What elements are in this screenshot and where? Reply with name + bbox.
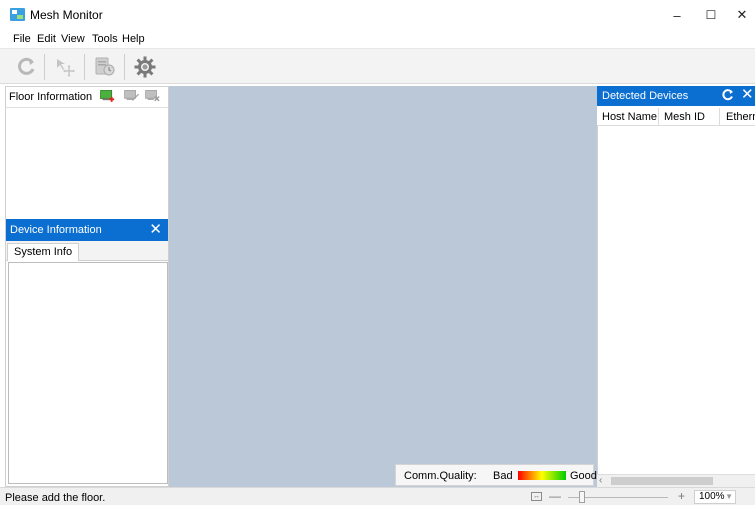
comm-quality-legend: Comm.Quality: Bad Good — [395, 464, 597, 486]
horizontal-scrollbar[interactable]: ‹ — [597, 474, 755, 487]
app-icon — [10, 8, 25, 21]
move-button[interactable] — [52, 54, 78, 80]
device-info-header: Device Information ✕ — [5, 219, 169, 241]
toolbar-separator — [84, 54, 85, 80]
refresh-button[interactable] — [14, 54, 40, 80]
device-info-tabs: System Info — [5, 241, 169, 261]
window-title: Mesh Monitor — [30, 8, 103, 22]
quality-bad-label: Bad — [493, 470, 513, 482]
quality-gradient-bar — [518, 471, 566, 480]
fit-to-window-icon[interactable]: ↔ — [531, 492, 542, 501]
scroll-left-arrow-icon[interactable]: ‹ — [599, 475, 602, 486]
zoom-slider-thumb[interactable] — [579, 491, 585, 503]
zoom-level-select[interactable]: 100% ▼ — [694, 490, 736, 504]
menu-edit[interactable]: Edit — [37, 33, 56, 45]
scrollbar-thumb[interactable] — [611, 477, 713, 485]
status-message: Please add the floor. — [5, 492, 106, 504]
comm-quality-label: Comm.Quality: — [404, 470, 477, 482]
detected-devices-list[interactable] — [597, 126, 755, 474]
close-icon[interactable]: ✕ — [741, 87, 754, 102]
status-bar: Please add the floor. ↔ — + 100% ▼ — [0, 487, 755, 505]
close-icon[interactable]: ✕ — [149, 222, 162, 237]
maximize-button[interactable]: ☐ — [696, 4, 726, 26]
floor-info-header: Floor Information — [5, 86, 169, 108]
refresh-icon — [18, 57, 35, 75]
menu-bar: File Edit View Tools Help — [0, 30, 755, 48]
system-info-content — [8, 262, 168, 484]
device-settings-button[interactable] — [92, 54, 118, 80]
zoom-out-button[interactable]: — — [549, 489, 561, 503]
detected-devices-header: Detected Devices ✕ — [597, 86, 755, 106]
close-button[interactable]: ✕ — [727, 4, 755, 26]
column-mesh-id[interactable]: Mesh ID — [664, 111, 705, 123]
toolbar — [0, 48, 755, 84]
floor-map-canvas[interactable]: Comm.Quality: Bad Good — [169, 86, 597, 487]
refresh-icon[interactable] — [721, 88, 735, 102]
settings-button[interactable] — [132, 54, 158, 80]
menu-tools[interactable]: Tools — [92, 33, 118, 45]
add-floor-icon[interactable] — [100, 90, 115, 102]
quality-good-label: Good — [570, 470, 597, 482]
minimize-button[interactable]: – — [662, 4, 692, 26]
zoom-level-value: 100% — [699, 491, 725, 502]
floor-info-title: Floor Information — [9, 91, 93, 103]
device-settings-icon — [95, 57, 115, 76]
detected-devices-title: Detected Devices — [602, 90, 689, 102]
edit-floor-icon[interactable] — [124, 90, 139, 102]
tab-system-info[interactable]: System Info — [7, 243, 80, 261]
menu-help[interactable]: Help — [122, 33, 145, 45]
pointer-move-icon — [57, 59, 75, 77]
toolbar-separator — [124, 54, 125, 80]
zoom-in-button[interactable]: + — [678, 489, 685, 503]
column-ethernet[interactable]: Ethernet — [726, 111, 755, 123]
device-info-title: Device Information — [10, 224, 102, 236]
chevron-down-icon: ▼ — [725, 492, 733, 501]
column-host-name[interactable]: Host Name — [602, 111, 657, 123]
detected-devices-column-header: Host Name Mesh ID Ethernet — [597, 108, 755, 126]
floor-info-list[interactable] — [5, 108, 169, 219]
title-bar: Mesh Monitor – ☐ ✕ — [0, 0, 755, 30]
column-separator — [719, 108, 720, 125]
menu-view[interactable]: View — [61, 33, 85, 45]
menu-file[interactable]: File — [13, 33, 31, 45]
toolbar-separator — [44, 54, 45, 80]
column-separator — [658, 108, 659, 125]
gear-icon — [134, 56, 156, 78]
delete-floor-icon[interactable] — [145, 90, 160, 102]
